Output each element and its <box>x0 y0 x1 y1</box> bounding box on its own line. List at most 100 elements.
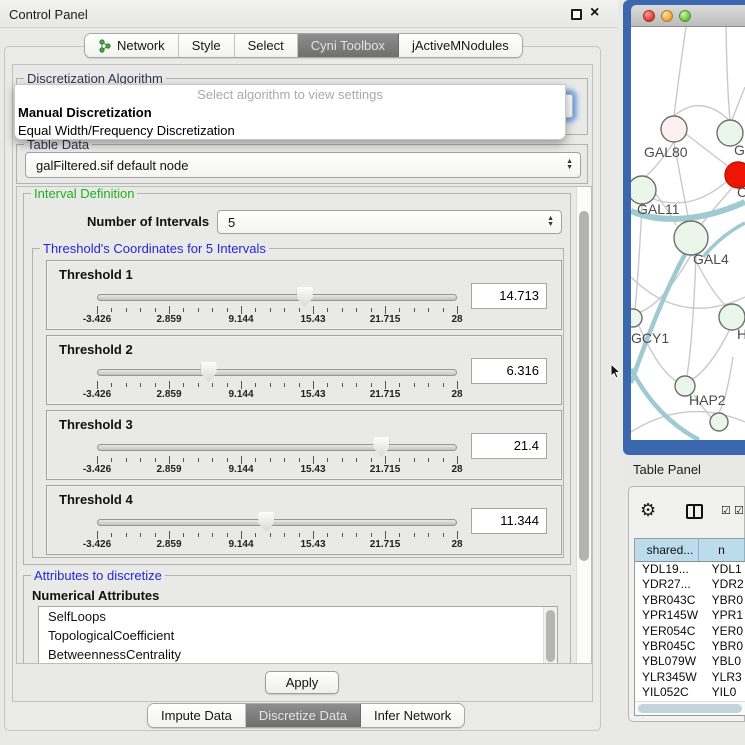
numerical-attributes-list[interactable]: SelfLoops TopologicalCoefficient Between… <box>38 606 558 664</box>
checked-box-icon[interactable]: ☑ <box>721 504 731 517</box>
list-scrollbar[interactable] <box>543 607 557 664</box>
table-row[interactable]: YDL19...YDL1 <box>635 562 745 577</box>
threshold-2-value-field[interactable]: 6.316 <box>471 358 547 384</box>
control-panel-title: Control Panel <box>9 7 88 22</box>
threshold-4-value-field[interactable]: 11.344 <box>471 508 547 534</box>
number-of-intervals-combobox[interactable]: 5 ▲▼ <box>217 210 562 234</box>
table-row[interactable]: YBR043CYBR0 <box>635 593 745 608</box>
tab-style-label: Style <box>192 38 221 53</box>
apply-button[interactable]: Apply <box>265 671 339 694</box>
threshold-2-slider-track[interactable] <box>97 369 457 376</box>
algorithm-option-equal-width[interactable]: Equal Width/Frequency Discretization <box>15 122 565 140</box>
settings-scrollbar-thumb[interactable] <box>579 211 589 561</box>
threshold-1-slider-track[interactable] <box>97 294 457 301</box>
node-gal11[interactable] <box>631 176 656 204</box>
node-bottom-partial[interactable] <box>710 413 728 431</box>
slider-tick-labels: -3.4262.8599.14415.4321.71528 <box>97 539 457 551</box>
list-item[interactable]: SelfLoops <box>39 607 557 626</box>
threshold-2-panel: Threshold 2 -3.4262.8599.14415.4321.7152… <box>46 335 562 405</box>
threshold-4-slider-track[interactable] <box>97 519 457 526</box>
tab-impute-data[interactable]: Impute Data <box>148 704 246 727</box>
threshold-4-label: Threshold 4 <box>59 492 133 507</box>
list-item[interactable]: BetweennessCentrality <box>39 645 557 664</box>
tab-discretize-data[interactable]: Discretize Data <box>246 704 361 727</box>
close-icon[interactable]: × <box>590 4 599 22</box>
table-data-group: Table Data galFiltered.sif default node … <box>16 144 588 184</box>
threshold-3-slider-track[interactable] <box>97 444 457 451</box>
table-data-combobox[interactable]: galFiltered.sif default node ▲▼ <box>25 152 581 178</box>
table-horizontal-scrollbar-thumb[interactable] <box>638 704 742 713</box>
combo-arrows-icon: ▲▼ <box>566 159 573 171</box>
table-data-combobox-value: galFiltered.sif default node <box>36 158 188 173</box>
threshold-1-label: Threshold 1 <box>59 267 133 282</box>
window-zoom-icon[interactable] <box>679 10 691 22</box>
threshold-3-panel: Threshold 3 -3.4262.8599.14415.4321.7152… <box>46 410 562 480</box>
tab-network[interactable]: Network <box>85 34 179 57</box>
slider-tick-labels: -3.4262.8599.14415.4321.71528 <box>97 464 457 476</box>
network-window-titlebar[interactable] <box>631 5 745 27</box>
screen: Control Panel × Network Style Select Cyn… <box>0 0 745 745</box>
control-panel-titlebar: Control Panel × <box>0 0 618 28</box>
network-view-window: GAL80 GA C GAL11 GAL4 GCY1 H HAP2 <box>623 0 745 455</box>
threshold-4-slider-thumb[interactable] <box>258 512 274 532</box>
window-close-icon[interactable] <box>643 10 655 22</box>
tab-infer-network[interactable]: Infer Network <box>361 704 464 727</box>
table-row[interactable]: YLR345WYLR3 <box>635 670 745 685</box>
slider-tick-labels: -3.4262.8599.14415.4321.71528 <box>97 389 457 401</box>
table-row[interactable]: YBL079WYBL0 <box>635 654 745 669</box>
tab-style[interactable]: Style <box>179 34 235 57</box>
attributes-group-title: Attributes to discretize <box>31 568 165 583</box>
node-label: H <box>737 326 745 342</box>
network-canvas[interactable]: GAL80 GA C GAL11 GAL4 GCY1 H HAP2 <box>631 27 745 440</box>
settings-scrollbar[interactable] <box>576 187 591 663</box>
threshold-2-slider-thumb[interactable] <box>201 362 217 382</box>
table-header-row: shared... n <box>635 539 745 562</box>
algorithm-option-manual[interactable]: Manual Discretization <box>15 104 565 122</box>
column-header-name[interactable]: n <box>699 539 745 561</box>
table-row[interactable]: YIL052CYIL0 <box>635 685 745 700</box>
gear-icon[interactable]: ⚙ <box>640 500 656 521</box>
threshold-3-value-field[interactable]: 21.4 <box>471 433 547 459</box>
tab-discretize-data-label: Discretize Data <box>259 708 347 723</box>
tab-jactivemnodules-label: jActiveMNodules <box>412 38 509 53</box>
float-window-icon[interactable] <box>571 9 582 20</box>
table-row[interactable]: YPR145WYPR1 <box>635 608 745 623</box>
tab-cyni-toolbox-label: Cyni Toolbox <box>311 38 385 53</box>
table-row[interactable]: YDR27...YDR2 <box>635 577 745 592</box>
threshold-1-panel: Threshold 1 -3.4262.8599.14415.4321.7152… <box>46 260 562 330</box>
attributes-group: Attributes to discretize Numerical Attri… <box>23 575 571 664</box>
node-label: HAP2 <box>689 392 726 408</box>
tab-cyni-toolbox[interactable]: Cyni Toolbox <box>298 34 399 57</box>
table-row[interactable]: YBR045CYBR0 <box>635 639 745 654</box>
number-of-intervals-label: Number of Intervals <box>87 214 209 229</box>
control-panel-tabbar: Network Style Select Cyni Toolbox jActiv… <box>84 33 523 58</box>
node-gcy1[interactable] <box>631 309 642 327</box>
tab-jactivemnodules[interactable]: jActiveMNodules <box>399 34 522 57</box>
window-minimize-icon[interactable] <box>661 10 673 22</box>
node-label: GCY1 <box>631 330 669 346</box>
node-label: GAL11 <box>637 201 680 217</box>
threshold-3-slider-thumb[interactable] <box>373 437 389 457</box>
threshold-1-slider-thumb[interactable] <box>297 287 313 307</box>
interval-definition-title: Interval Definition <box>31 186 137 201</box>
tab-select-label: Select <box>248 38 284 53</box>
algorithm-placeholder-option[interactable]: Select algorithm to view settings <box>15 85 565 104</box>
node-label: C <box>737 184 745 200</box>
threshold-2-label: Threshold 2 <box>59 342 133 357</box>
table-panel-body: ⚙ ☑ ☑ shared... n YDL19...YDL1 YDR27...Y… <box>628 486 745 722</box>
columns-icon[interactable] <box>686 504 703 519</box>
node-label: GA <box>734 142 745 158</box>
node-gal80[interactable] <box>661 116 687 142</box>
column-header-shared-name[interactable]: shared... <box>635 539 699 561</box>
threshold-1-value-field[interactable]: 14.713 <box>471 283 547 309</box>
node-gal4[interactable] <box>674 221 708 255</box>
checked-box-icon[interactable]: ☑ <box>734 504 744 517</box>
tab-select[interactable]: Select <box>235 34 298 57</box>
numerical-attributes-label: Numerical Attributes <box>32 588 159 603</box>
thresholds-group-title: Threshold's Coordinates for 5 Intervals <box>40 241 269 256</box>
mouse-cursor <box>610 364 622 380</box>
table-row[interactable]: YER054CYER0 <box>635 624 745 639</box>
list-item[interactable]: TopologicalCoefficient <box>39 626 557 645</box>
threshold-4-panel: Threshold 4 -3.4262.8599.14415.4321.7152… <box>46 485 562 555</box>
table-horizontal-scrollbar[interactable] <box>635 701 745 715</box>
